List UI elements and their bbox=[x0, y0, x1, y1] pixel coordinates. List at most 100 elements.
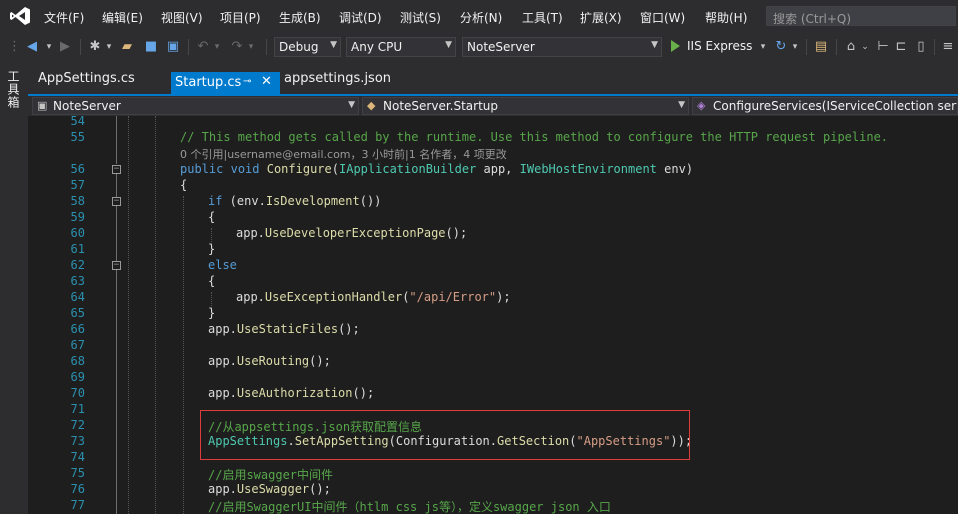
new-project-icon[interactable]: ✱ bbox=[86, 38, 104, 56]
save-all-icon[interactable]: ▣ bbox=[164, 38, 182, 56]
line-number: 77 bbox=[70, 498, 85, 512]
refresh-icon[interactable]: ↻ bbox=[772, 38, 790, 56]
line-number: 54 bbox=[70, 116, 85, 128]
menu-build[interactable]: 生成(B) bbox=[279, 9, 321, 26]
search-input[interactable]: 搜索 (Ctrl+Q) bbox=[766, 6, 956, 26]
line-number: 55 bbox=[70, 130, 85, 144]
undo-dropdown-icon[interactable]: ▾ bbox=[212, 38, 222, 56]
toolbox-tab[interactable]: 工具箱 bbox=[6, 70, 22, 109]
line-number: 74 bbox=[70, 450, 85, 464]
redo-icon[interactable]: ↷ bbox=[228, 38, 246, 56]
close-icon[interactable]: ✕ bbox=[261, 74, 272, 89]
play-icon bbox=[671, 40, 680, 52]
menu-help[interactable]: 帮助(H) bbox=[705, 9, 747, 26]
browse-icon[interactable]: ▤ bbox=[812, 38, 830, 56]
pin-icon[interactable]: ⊸ bbox=[243, 76, 251, 87]
code-line: { bbox=[208, 274, 216, 288]
new-dropdown-icon[interactable]: ▾ bbox=[104, 38, 114, 56]
indent-guide bbox=[183, 196, 184, 514]
code-line: //启用swagger中间件 bbox=[208, 468, 334, 482]
collapse-icon[interactable]: − bbox=[112, 197, 121, 206]
menu-edit[interactable]: 编辑(E) bbox=[102, 9, 143, 26]
menu-extensions[interactable]: 扩展(X) bbox=[580, 9, 622, 26]
menu-file[interactable]: 文件(F) bbox=[44, 9, 84, 26]
solution-platform-select[interactable]: Any CPU ▼ bbox=[346, 37, 456, 57]
layout-icon[interactable]: ▯ bbox=[912, 38, 930, 56]
line-number: 67 bbox=[70, 338, 85, 352]
bookmark-icon[interactable]: ⊏ bbox=[892, 38, 910, 56]
list-icon[interactable]: ≡ bbox=[940, 38, 956, 56]
project-navigation-select[interactable]: ▣ NoteServer ▼ bbox=[32, 97, 359, 115]
line-number: 73 bbox=[70, 434, 85, 448]
member-navigation-select[interactable]: ◈ ConfigureServices(IServiceCollection s… bbox=[692, 97, 958, 115]
search-placeholder: 搜索 (Ctrl+Q) bbox=[773, 12, 852, 26]
indent-guide bbox=[128, 116, 129, 514]
code-line: if (env.IsDevelopment()) bbox=[208, 194, 382, 208]
menu-view[interactable]: 视图(V) bbox=[161, 9, 203, 26]
code-line: app.UseExceptionHandler("/api/Error"); bbox=[236, 290, 511, 304]
menu-analyze[interactable]: 分析(N) bbox=[460, 9, 502, 26]
line-number: 63 bbox=[70, 274, 85, 288]
refresh-dropdown-icon[interactable]: ▾ bbox=[790, 38, 800, 56]
line-number: 59 bbox=[70, 210, 85, 224]
outline-line bbox=[116, 270, 117, 514]
platform-value: Any CPU bbox=[351, 40, 403, 54]
line-number: 68 bbox=[70, 354, 85, 368]
menu-window[interactable]: 窗口(W) bbox=[640, 9, 685, 26]
class-navigation-select[interactable]: ◆ NoteServer.Startup ▼ bbox=[362, 97, 689, 115]
startup-project-select[interactable]: NoteServer ▼ bbox=[462, 37, 662, 57]
line-number: 69 bbox=[70, 370, 85, 384]
menu-bar: 文件(F) 编辑(E) 视图(V) 项目(P) 生成(B) 调试(D) 测试(S… bbox=[0, 0, 958, 32]
outline-line bbox=[116, 206, 117, 261]
collapse-icon[interactable]: − bbox=[112, 261, 121, 270]
open-folder-icon[interactable]: ▰ bbox=[118, 38, 136, 56]
tab-appsettings-json[interactable]: appsettings.json bbox=[284, 71, 391, 94]
undo-icon[interactable]: ↶ bbox=[194, 38, 212, 56]
menu-test[interactable]: 测试(S) bbox=[400, 9, 441, 26]
collapse-icon[interactable]: − bbox=[112, 165, 121, 174]
redo-dropdown-icon[interactable]: ▾ bbox=[246, 38, 256, 56]
align-left-icon[interactable]: ⊢ bbox=[874, 38, 892, 56]
navigate-forward-icon[interactable]: ▶ bbox=[56, 38, 74, 56]
toolbar-separator bbox=[836, 39, 837, 55]
line-number: 70 bbox=[70, 386, 85, 400]
code-line: public void Configure(IApplicationBuilde… bbox=[180, 162, 694, 176]
toolbar-grip-icon: ⋮ bbox=[8, 39, 21, 54]
menu-tools[interactable]: 工具(T) bbox=[522, 9, 563, 26]
line-number: 58 bbox=[70, 194, 85, 208]
code-line: app.UseDeveloperExceptionPage(); bbox=[236, 226, 468, 240]
line-number: 64 bbox=[70, 290, 85, 304]
line-number: 57 bbox=[70, 178, 85, 192]
line-number: 66 bbox=[70, 322, 85, 336]
standard-toolbar: ⋮ ◀ ▾ ▶ ✱ ▾ ▰ ■ ▣ ↶ ▾ ↷ ▾ Debug ▼ Any CP… bbox=[0, 32, 958, 62]
chevron-down-icon: ▼ bbox=[445, 40, 452, 50]
navigate-back-icon[interactable]: ◀ bbox=[22, 38, 42, 56]
class-value: NoteServer.Startup bbox=[383, 99, 499, 113]
chevron-down-icon: ▼ bbox=[348, 100, 355, 110]
run-target-dropdown-icon[interactable]: ▾ bbox=[758, 38, 768, 56]
codelens-info[interactable]: 0 个引用|username@email.com，3 小时前|1 名作者，4 项… bbox=[180, 146, 507, 162]
toolbar-separator bbox=[188, 39, 189, 55]
menu-debug[interactable]: 调试(D) bbox=[339, 9, 382, 26]
solution-configuration-select[interactable]: Debug ▼ bbox=[274, 37, 341, 57]
chevron-down-icon: ▼ bbox=[330, 40, 337, 50]
home-icon[interactable]: ⌂ bbox=[842, 38, 860, 56]
overflow-icon[interactable]: ⌄ bbox=[860, 38, 870, 56]
left-dock-strip: 工具箱 bbox=[0, 62, 28, 514]
back-dropdown-icon[interactable]: ▾ bbox=[44, 38, 54, 56]
startup-project-value: NoteServer bbox=[467, 40, 535, 54]
document-tab-bar: AppSettings.cs Startup.cs ⊸ ✕ appsetting… bbox=[28, 62, 958, 94]
tab-startup-cs[interactable]: Startup.cs ⊸ ✕ bbox=[171, 72, 280, 94]
tab-appsettings-cs[interactable]: AppSettings.cs bbox=[38, 71, 135, 94]
project-value: NoteServer bbox=[53, 99, 121, 113]
visual-studio-logo-icon[interactable] bbox=[9, 6, 31, 26]
outline-line bbox=[116, 174, 117, 197]
line-number: 71 bbox=[70, 402, 85, 416]
code-line: } bbox=[208, 306, 216, 320]
code-editor[interactable]: 54 55 56 57 58 59 60 61 62 63 64 65 66 6… bbox=[28, 116, 958, 514]
menu-project[interactable]: 项目(P) bbox=[220, 9, 261, 26]
highlight-annotation-box bbox=[200, 410, 690, 460]
line-number: 62 bbox=[70, 258, 85, 272]
code-line: app.UseStaticFiles(); bbox=[208, 322, 360, 336]
save-icon[interactable]: ■ bbox=[142, 38, 160, 56]
